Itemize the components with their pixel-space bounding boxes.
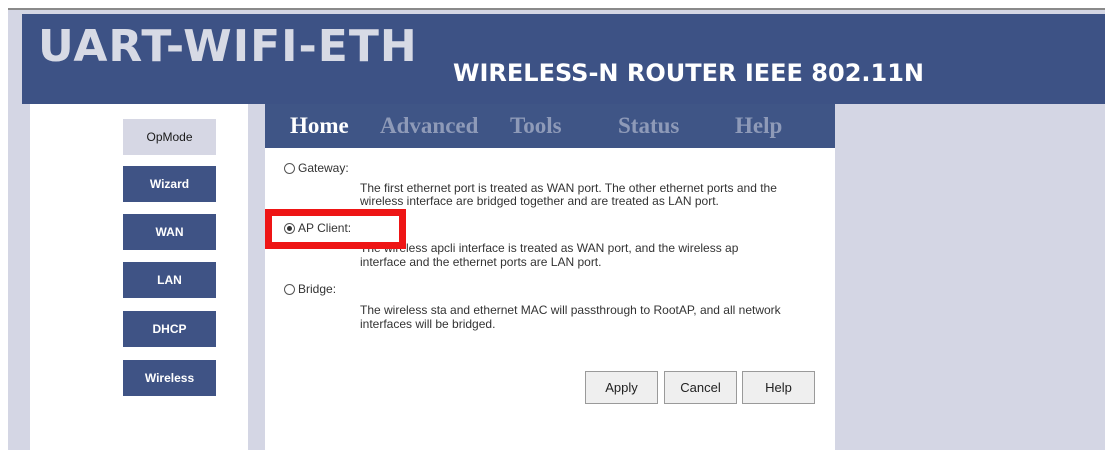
radio-gateway-label: Gateway: [298, 161, 349, 175]
cancel-button[interactable]: Cancel [664, 371, 737, 404]
brand-logo: UART-WIFI-ETH [38, 21, 418, 72]
sidebar-item-lan[interactable]: LAN [123, 262, 216, 298]
bridge-description-line-2: interfaces will be bridged. [360, 317, 496, 331]
sidebar-item-wireless[interactable]: Wireless [123, 360, 216, 396]
radio-gateway-circle[interactable] [284, 162, 295, 174]
header-subtitle: WIRELESS-N ROUTER IEEE 802.11N [453, 59, 924, 87]
sidebar: OpMode Wizard WAN LAN DHCP Wireless [30, 104, 248, 450]
sidebar-item-wan[interactable]: WAN [123, 214, 216, 250]
sidebar-item-wizard[interactable]: Wizard [123, 166, 216, 202]
nav-tab-advanced[interactable]: Advanced [380, 114, 478, 137]
gateway-description-line-2: wireless interface are bridged together … [360, 194, 719, 208]
help-button[interactable]: Help [742, 371, 815, 404]
top-nav-bar: Home Advanced Tools Status Help [265, 104, 835, 148]
sidebar-item-dhcp[interactable]: DHCP [123, 311, 216, 347]
nav-tab-home[interactable]: Home [290, 114, 349, 137]
apply-button[interactable]: Apply [585, 371, 658, 404]
radio-bridge-label: Bridge: [298, 282, 337, 296]
nav-tab-help[interactable]: Help [735, 114, 782, 137]
radio-gateway[interactable]: Gateway: [284, 161, 349, 175]
radio-bridge-circle[interactable] [284, 283, 295, 295]
radio-bridge[interactable]: Bridge: [284, 282, 336, 296]
sidebar-item-opmode[interactable]: OpMode [123, 119, 216, 155]
ap-client-description-line-2: interface and the ethernet ports are LAN… [360, 255, 602, 269]
ap-client-description-line-1: The wireless apcli interface is treated … [360, 241, 739, 255]
nav-tab-status[interactable]: Status [618, 114, 679, 137]
highlight-box [265, 209, 406, 249]
nav-tab-tools[interactable]: Tools [510, 114, 562, 137]
bridge-description-line-1: The wireless sta and ethernet MAC will p… [360, 303, 781, 317]
